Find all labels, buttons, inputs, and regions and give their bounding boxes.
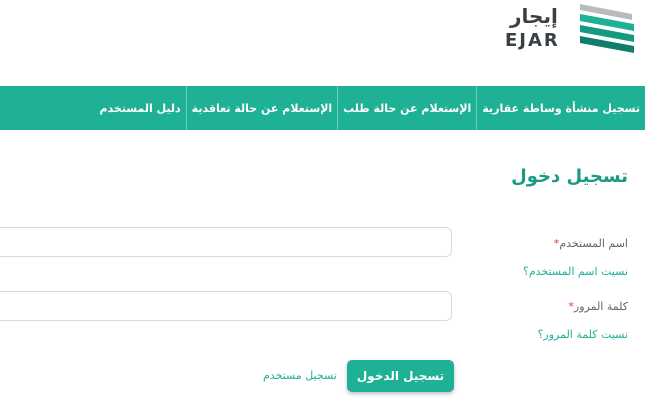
ejar-logo[interactable]: إيجار EJAR: [500, 0, 645, 64]
page-title: تسجيل دخول: [511, 166, 628, 187]
logo-latin-text: EJAR: [505, 30, 560, 51]
password-label-text: كلمة المرور: [573, 300, 628, 313]
nav-item-user-guide[interactable]: دليل المستخدم: [94, 86, 185, 130]
password-input[interactable]: [0, 291, 452, 321]
logo-arabic-text: إيجار: [510, 4, 558, 28]
nav-item-contract-status[interactable]: الإستعلام عن حالة تعاقدية: [185, 86, 337, 130]
forgot-password-link[interactable]: نسيت كلمة المرور؟: [538, 328, 628, 341]
password-label: كلمة المرور*: [566, 300, 628, 313]
nav-item-broker-registration[interactable]: تسجيل منشأة وساطة عقارية: [476, 86, 645, 130]
username-label-text: اسم المستخدم: [559, 237, 628, 250]
main-navbar: تسجيل منشأة وساطة عقارية الإستعلام عن حا…: [0, 86, 645, 130]
ejar-logo-mark-icon: [580, 4, 634, 53]
register-user-link[interactable]: تسجيل مستخدم: [263, 369, 337, 382]
nav-item-request-status[interactable]: الإستعلام عن حالة طلب: [337, 86, 476, 130]
username-input[interactable]: [0, 227, 452, 257]
login-button[interactable]: تسجيل الدخول: [347, 360, 454, 392]
forgot-username-link[interactable]: نسيت اسم المستخدم؟: [523, 265, 628, 278]
username-label: اسم المستخدم*: [552, 237, 628, 250]
